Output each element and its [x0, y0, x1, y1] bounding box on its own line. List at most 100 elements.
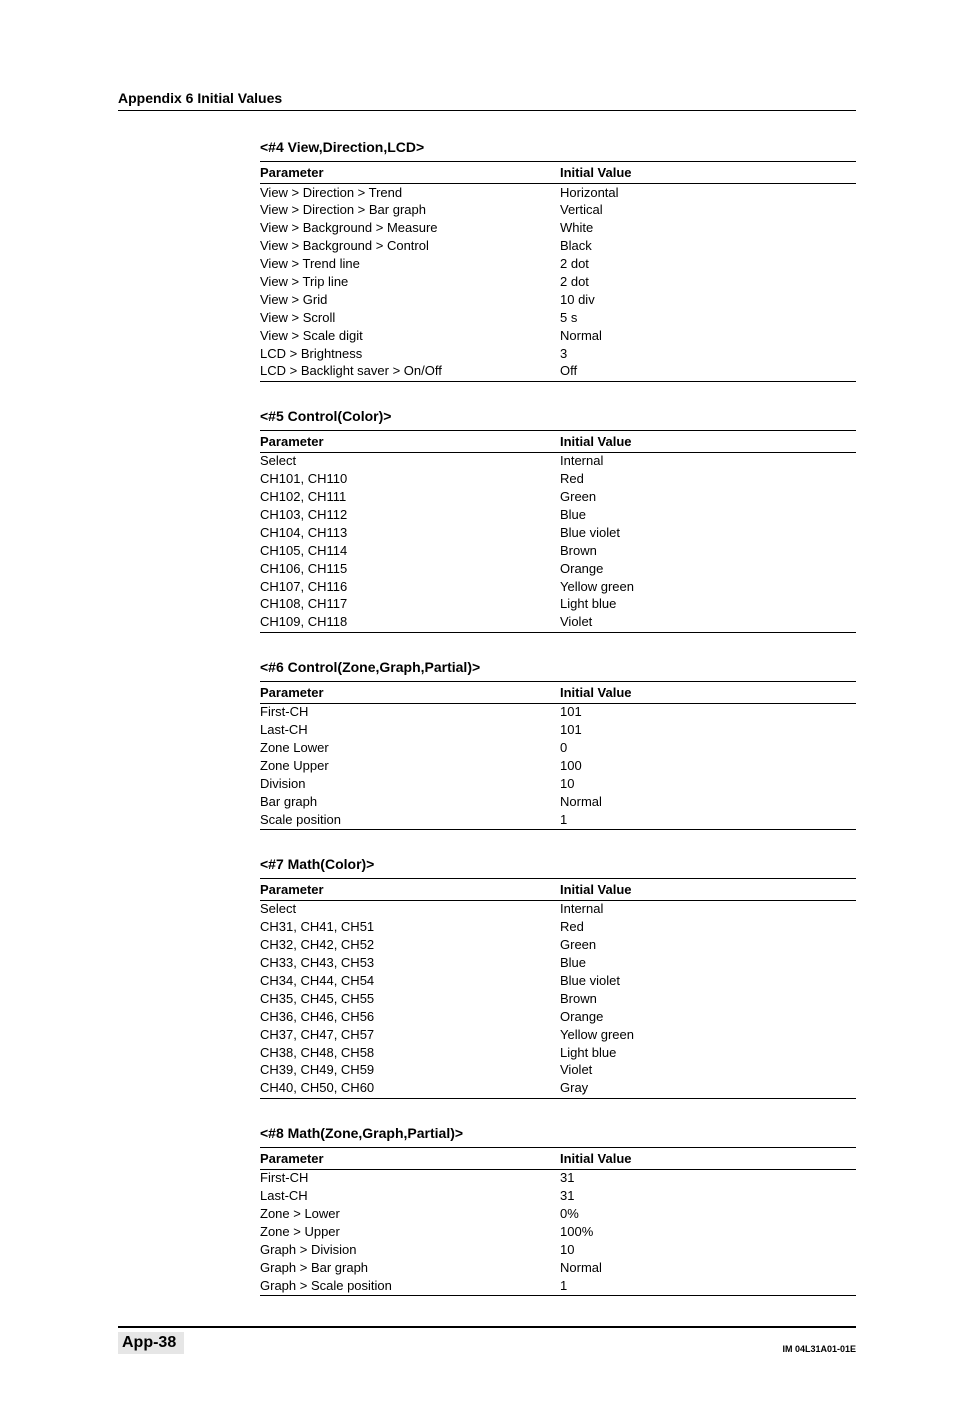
table-row: First-CH101: [260, 704, 856, 722]
table-row: View > Background > MeasureWhite: [260, 220, 856, 238]
value-cell: Blue: [560, 955, 856, 972]
parameter-cell: CH106, CH115: [260, 561, 560, 578]
parameter-cell: CH35, CH45, CH55: [260, 991, 560, 1008]
parameter-cell: Zone Lower: [260, 740, 560, 757]
value-cell: Light blue: [560, 596, 856, 613]
value-cell: Brown: [560, 991, 856, 1008]
table-row: View > Background > ControlBlack: [260, 238, 856, 256]
value-cell: 3: [560, 346, 856, 363]
parameter-cell: Graph > Scale position: [260, 1278, 560, 1295]
table-row: View > Grid10 div: [260, 291, 856, 309]
parameter-cell: CH101, CH110: [260, 471, 560, 488]
parameter-cell: CH38, CH48, CH58: [260, 1045, 560, 1062]
table-header-row: ParameterInitial Value: [260, 682, 856, 704]
parameter-cell: Select: [260, 901, 560, 918]
section: <#8 Math(Zone,Graph,Partial)>ParameterIn…: [260, 1125, 856, 1296]
parameter-cell: CH108, CH117: [260, 596, 560, 613]
section-title: <#7 Math(Color)>: [260, 856, 856, 872]
value-cell: 1: [560, 1278, 856, 1295]
table-row: CH34, CH44, CH54Blue violet: [260, 973, 856, 991]
page: Appendix 6 Initial Values <#4 View,Direc…: [0, 0, 954, 1424]
parameter-cell: View > Direction > Trend: [260, 185, 560, 202]
table-row: Last-CH31: [260, 1188, 856, 1206]
parameter-cell: CH109, CH118: [260, 614, 560, 631]
value-cell: 101: [560, 704, 856, 721]
table-row: CH31, CH41, CH51Red: [260, 919, 856, 937]
parameter-table: ParameterInitial ValueSelectInternalCH10…: [260, 430, 856, 633]
value-cell: 0: [560, 740, 856, 757]
table-row: CH105, CH114Brown: [260, 542, 856, 560]
parameter-cell: Division: [260, 776, 560, 793]
table-row: CH109, CH118Violet: [260, 614, 856, 632]
table-row: Graph > Division10: [260, 1241, 856, 1259]
parameter-cell: CH40, CH50, CH60: [260, 1080, 560, 1097]
table-row: Zone Upper100: [260, 757, 856, 775]
value-cell: 1: [560, 812, 856, 829]
table-header-row: ParameterInitial Value: [260, 431, 856, 453]
table-row: CH107, CH116Yellow green: [260, 578, 856, 596]
parameter-cell: View > Direction > Bar graph: [260, 202, 560, 219]
parameter-cell: CH104, CH113: [260, 525, 560, 542]
table-row: CH38, CH48, CH58Light blue: [260, 1044, 856, 1062]
parameter-cell: View > Scroll: [260, 310, 560, 327]
table-row: CH39, CH49, CH59Violet: [260, 1062, 856, 1080]
document-code: IM 04L31A01-01E: [782, 1344, 856, 1354]
value-cell: 10: [560, 1242, 856, 1259]
parameter-cell: CH36, CH46, CH56: [260, 1009, 560, 1026]
parameter-cell: View > Scale digit: [260, 328, 560, 345]
column-header-initial-value: Initial Value: [560, 1151, 856, 1166]
value-cell: Normal: [560, 794, 856, 811]
table-row: Scale position1: [260, 811, 856, 829]
table-header-row: ParameterInitial Value: [260, 1148, 856, 1170]
value-cell: Blue: [560, 507, 856, 524]
running-head: Appendix 6 Initial Values: [118, 90, 856, 111]
table-row: Graph > Bar graphNormal: [260, 1259, 856, 1277]
value-cell: Normal: [560, 1260, 856, 1277]
sections-container: <#4 View,Direction,LCD>ParameterInitial …: [118, 139, 856, 1296]
parameter-cell: CH31, CH41, CH51: [260, 919, 560, 936]
parameter-cell: View > Trip line: [260, 274, 560, 291]
parameter-cell: CH105, CH114: [260, 543, 560, 560]
parameter-cell: CH33, CH43, CH53: [260, 955, 560, 972]
value-cell: 101: [560, 722, 856, 739]
column-header-parameter: Parameter: [260, 685, 560, 700]
parameter-cell: CH102, CH111: [260, 489, 560, 506]
parameter-cell: CH37, CH47, CH57: [260, 1027, 560, 1044]
value-cell: Internal: [560, 453, 856, 470]
section-title: <#6 Control(Zone,Graph,Partial)>: [260, 659, 856, 675]
table-row: View > Scale digitNormal: [260, 327, 856, 345]
table-row: View > Trend line2 dot: [260, 256, 856, 274]
value-cell: Black: [560, 238, 856, 255]
table-row: CH106, CH115Orange: [260, 560, 856, 578]
parameter-cell: Zone > Lower: [260, 1206, 560, 1223]
table-header-row: ParameterInitial Value: [260, 162, 856, 184]
table-row: CH33, CH43, CH53Blue: [260, 955, 856, 973]
value-cell: Horizontal: [560, 185, 856, 202]
table-row: LCD > Brightness3: [260, 345, 856, 363]
table-row: Zone Lower0: [260, 739, 856, 757]
column-header-parameter: Parameter: [260, 434, 560, 449]
table-row: Graph > Scale position1: [260, 1277, 856, 1295]
column-header-parameter: Parameter: [260, 165, 560, 180]
value-cell: 100%: [560, 1224, 856, 1241]
table-row: First-CH31: [260, 1170, 856, 1188]
value-cell: 31: [560, 1170, 856, 1187]
table-row: LCD > Backlight saver > On/OffOff: [260, 363, 856, 381]
value-cell: Violet: [560, 1062, 856, 1079]
table-row: SelectInternal: [260, 901, 856, 919]
parameter-cell: Graph > Bar graph: [260, 1260, 560, 1277]
table-row: CH104, CH113Blue violet: [260, 524, 856, 542]
parameter-cell: CH103, CH112: [260, 507, 560, 524]
value-cell: 0%: [560, 1206, 856, 1223]
value-cell: Gray: [560, 1080, 856, 1097]
table-row: CH102, CH111Green: [260, 489, 856, 507]
table-row: CH35, CH45, CH55Brown: [260, 990, 856, 1008]
table-row: Bar graphNormal: [260, 793, 856, 811]
value-cell: Blue violet: [560, 525, 856, 542]
table-row: CH101, CH110Red: [260, 471, 856, 489]
value-cell: Yellow green: [560, 1027, 856, 1044]
parameter-cell: View > Background > Control: [260, 238, 560, 255]
parameter-cell: View > Background > Measure: [260, 220, 560, 237]
parameter-table: ParameterInitial ValueSelectInternalCH31…: [260, 878, 856, 1099]
table-row: Division10: [260, 775, 856, 793]
